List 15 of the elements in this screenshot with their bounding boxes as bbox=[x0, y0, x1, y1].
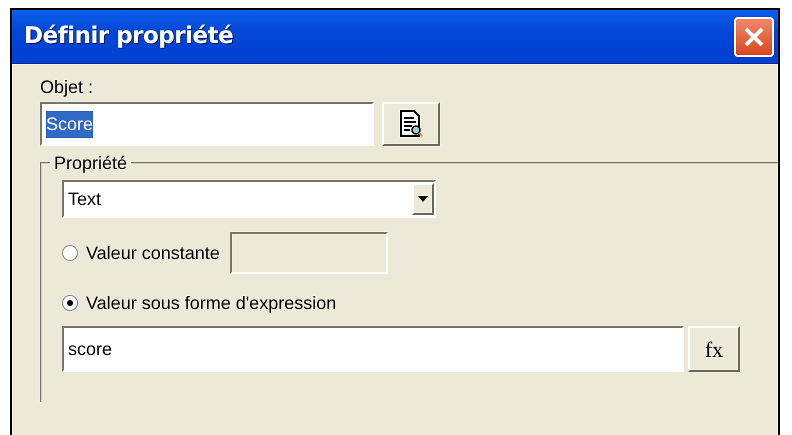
radio-label: Valeur constante bbox=[86, 242, 220, 264]
radio-label: Valeur sous forme d'expression bbox=[86, 292, 336, 315]
field-label: Objet : bbox=[40, 76, 94, 98]
radio-button[interactable] bbox=[62, 295, 78, 311]
document-search-icon bbox=[399, 110, 423, 138]
close-button[interactable] bbox=[734, 16, 774, 56]
window-title: Définir propriété bbox=[24, 22, 234, 52]
object-field[interactable]: Score bbox=[40, 102, 374, 146]
radio-button[interactable] bbox=[62, 245, 78, 261]
close-icon bbox=[742, 24, 766, 48]
expression-field[interactable]: score bbox=[62, 326, 684, 372]
property-dropdown[interactable]: Text bbox=[62, 180, 436, 218]
function-button[interactable]: fx bbox=[688, 326, 740, 372]
browse-button[interactable] bbox=[382, 102, 440, 146]
constant-field[interactable] bbox=[230, 232, 388, 274]
